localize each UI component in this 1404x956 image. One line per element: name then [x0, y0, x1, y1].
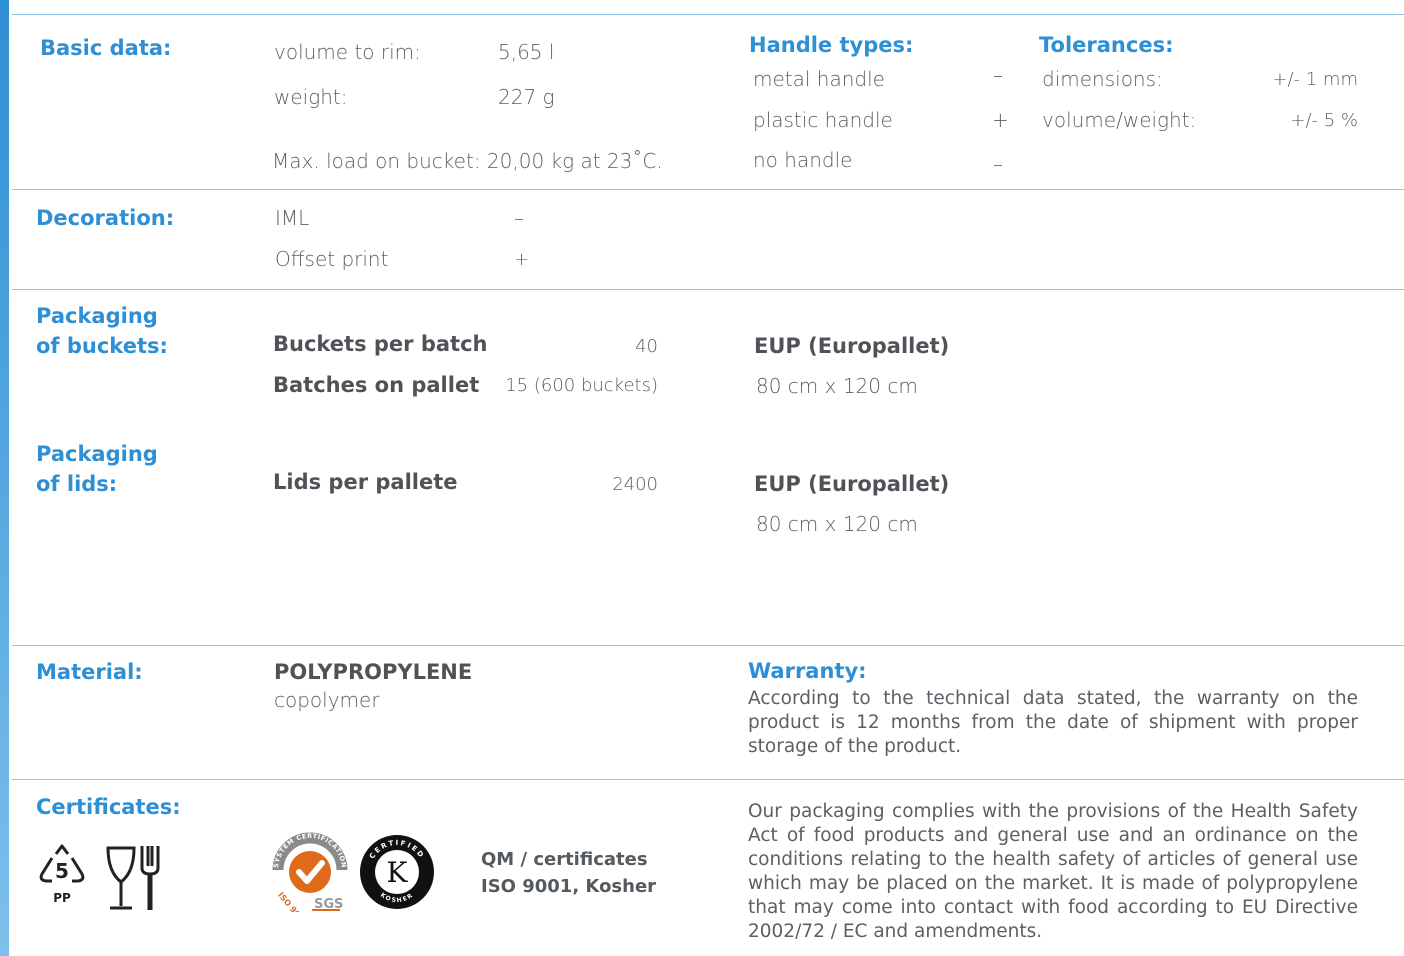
divider — [12, 779, 1404, 780]
qm-certificates-line2: ISO 9001, Kosher — [481, 876, 657, 897]
certificates-heading: Certificates: — [36, 795, 181, 819]
decoration-iml-mark: – — [514, 206, 524, 230]
divider — [12, 14, 1404, 15]
material-type: copolymer — [274, 688, 380, 712]
lids-pallet-size: 80 cm x 120 cm — [756, 512, 918, 536]
recycle-pp-icon: 5 PP — [39, 844, 85, 905]
warranty-text: According to the technical data stated, … — [748, 688, 1358, 757]
buckets-pallet-size: 80 cm x 120 cm — [756, 374, 918, 398]
handle-plastic-mark: + — [992, 108, 1009, 132]
recycle-code: PP — [53, 891, 71, 905]
tolerances-heading: Tolerances: — [1039, 33, 1174, 57]
decoration-offset-mark: + — [514, 249, 530, 270]
iso-9001-sgs-seal: SYSTEM CERTIFICATION ISO 9001 SGS — [272, 832, 348, 912]
packaging-lids-heading-line1: Packaging — [36, 442, 158, 466]
batches-on-pallet-value: 15 (600 buckets) — [505, 375, 658, 396]
material-name: POLYPROPYLENE — [274, 660, 473, 684]
warranty-heading: Warranty: — [748, 659, 867, 683]
lids-pallet-title: EUP (Europallet) — [754, 472, 950, 496]
tolerance-dimensions-label: dimensions: — [1042, 67, 1163, 91]
buckets-per-batch-label: Buckets per batch — [273, 332, 488, 356]
packaging-buckets-heading-line2: of buckets: — [36, 334, 168, 358]
divider — [12, 189, 1404, 190]
packaging-lids-heading-line2: of lids: — [36, 472, 118, 496]
decoration-offset-label: Offset print — [275, 247, 389, 271]
weight-value: 227 g — [498, 85, 555, 109]
decoration-iml-label: IML — [275, 206, 310, 230]
volume-value: 5,65 l — [498, 40, 555, 64]
compliance-text: Our packaging complies with the provisio… — [748, 801, 1358, 942]
handle-none-label: no handle — [753, 148, 853, 172]
divider — [12, 289, 1404, 290]
handle-metal-mark: – — [993, 63, 1003, 87]
qm-certificates-line1: QM / certificates — [481, 849, 648, 870]
batches-on-pallet-label: Batches on pallet — [273, 373, 480, 397]
handle-none-mark: – — [993, 152, 1003, 176]
weight-label: weight: — [274, 85, 348, 109]
svg-text:ISO 9001: ISO 9001 — [276, 891, 309, 912]
handle-metal-label: metal handle — [753, 67, 885, 91]
buckets-per-batch-value: 40 — [635, 336, 658, 357]
tolerance-dimensions-value: +/- 1 mm — [1272, 69, 1358, 90]
recycle-number: 5 — [55, 859, 69, 883]
buckets-pallet-title: EUP (Europallet) — [754, 334, 950, 358]
food-safe-icon — [106, 846, 160, 910]
lids-per-pallet-value: 2400 — [612, 474, 658, 495]
left-accent-bar — [0, 0, 9, 956]
handle-types-heading: Handle types: — [749, 33, 914, 57]
volume-label: volume to rim: — [274, 40, 421, 64]
handle-plastic-label: plastic handle — [753, 108, 893, 132]
tolerance-volume-label: volume/weight: — [1042, 108, 1197, 132]
basic-data-heading: Basic data: — [40, 36, 172, 60]
divider — [12, 645, 1404, 646]
packaging-buckets-heading-line1: Packaging — [36, 304, 158, 328]
svg-text:K: K — [387, 856, 409, 889]
max-load-note: Max. load on bucket: 20,00 kg at 23˚C. — [272, 149, 663, 173]
lids-per-pallet-label: Lids per pallete — [273, 470, 458, 494]
decoration-heading: Decoration: — [36, 206, 175, 230]
tolerance-volume-value: +/- 5 % — [1290, 110, 1358, 131]
material-heading: Material: — [36, 660, 143, 684]
kosher-seal: CERTIFIED KOSHER K — [360, 835, 434, 909]
